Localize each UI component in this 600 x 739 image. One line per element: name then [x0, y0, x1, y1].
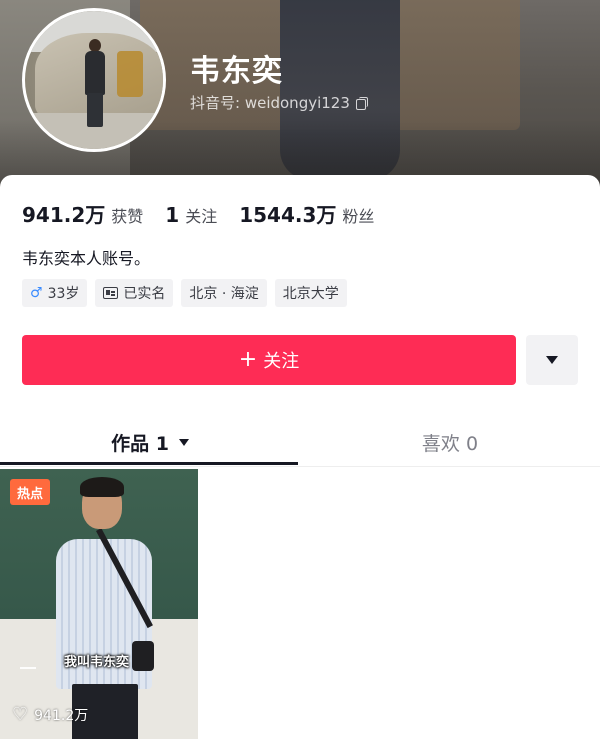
tag-age-label: 33岁	[47, 286, 80, 302]
caption-dash	[20, 667, 36, 669]
video-thumbnail[interactable]: 热点 我叫韦东奕 ♡ 941.2万	[0, 469, 198, 739]
account-id[interactable]: 抖音号: weidongyi123	[190, 92, 368, 113]
copy-icon[interactable]	[355, 96, 368, 110]
stat-followers-label: 粉丝	[342, 207, 375, 226]
stats-row: 941.2万 获赞 1 关注 1544.3万 粉丝	[22, 199, 374, 228]
follow-button-label: 关注	[263, 351, 300, 372]
heart-icon: ♡	[12, 704, 29, 725]
tag-school[interactable]: 北京大学	[274, 279, 347, 307]
hot-badge: 热点	[10, 479, 51, 505]
tag-school-label: 北京大学	[282, 286, 339, 302]
stat-following[interactable]: 1 关注	[165, 203, 217, 227]
tag-location[interactable]: 北京 · 海淀	[181, 279, 267, 307]
tab-works-label: 作品 1	[111, 432, 169, 455]
stat-likes[interactable]: 941.2万 获赞	[22, 199, 143, 228]
stat-followers-value: 1544.3万	[239, 203, 337, 227]
id-card-icon	[103, 287, 119, 299]
account-id-text: 抖音号: weidongyi123	[190, 94, 350, 112]
video-likes-count: 941.2万	[34, 708, 89, 724]
more-options-button[interactable]	[526, 335, 578, 385]
tag-age: ♂ 33岁	[22, 279, 88, 307]
stat-following-value: 1	[165, 203, 180, 227]
stat-likes-value: 941.2万	[22, 203, 106, 227]
bio-text: 韦东奕本人账号。	[22, 249, 151, 268]
profile-name: 韦东奕	[190, 54, 283, 89]
video-caption: 我叫韦东奕	[64, 655, 130, 670]
tab-bar: 作品 1 喜欢 0	[0, 419, 600, 467]
male-icon: ♂	[30, 285, 43, 301]
tag-verified: 已实名	[95, 279, 174, 307]
tab-works[interactable]: 作品 1	[0, 419, 300, 465]
stat-likes-label: 获赞	[111, 207, 144, 226]
tag-location-label: 北京 · 海淀	[189, 286, 259, 302]
profile-card: 941.2万 获赞 1 关注 1544.3万 粉丝 韦东奕本人账号。 ♂ 33岁…	[0, 175, 600, 739]
caret-down-icon	[178, 438, 189, 446]
tag-verified-label: 已实名	[123, 286, 166, 302]
follow-button[interactable]: + 关注	[22, 335, 516, 385]
video-likes: ♡ 941.2万	[12, 705, 88, 725]
stat-followers[interactable]: 1544.3万 粉丝	[239, 199, 374, 228]
chevron-down-icon	[546, 356, 558, 364]
plus-icon: +	[238, 347, 258, 372]
tab-likes[interactable]: 喜欢 0	[300, 419, 600, 465]
stat-following-label: 关注	[185, 207, 218, 226]
avatar[interactable]	[22, 8, 166, 152]
tags-row: ♂ 33岁 已实名 北京 · 海淀 北京大学	[22, 279, 347, 307]
tab-likes-label: 喜欢 0	[421, 432, 479, 455]
tab-active-indicator	[0, 462, 298, 465]
